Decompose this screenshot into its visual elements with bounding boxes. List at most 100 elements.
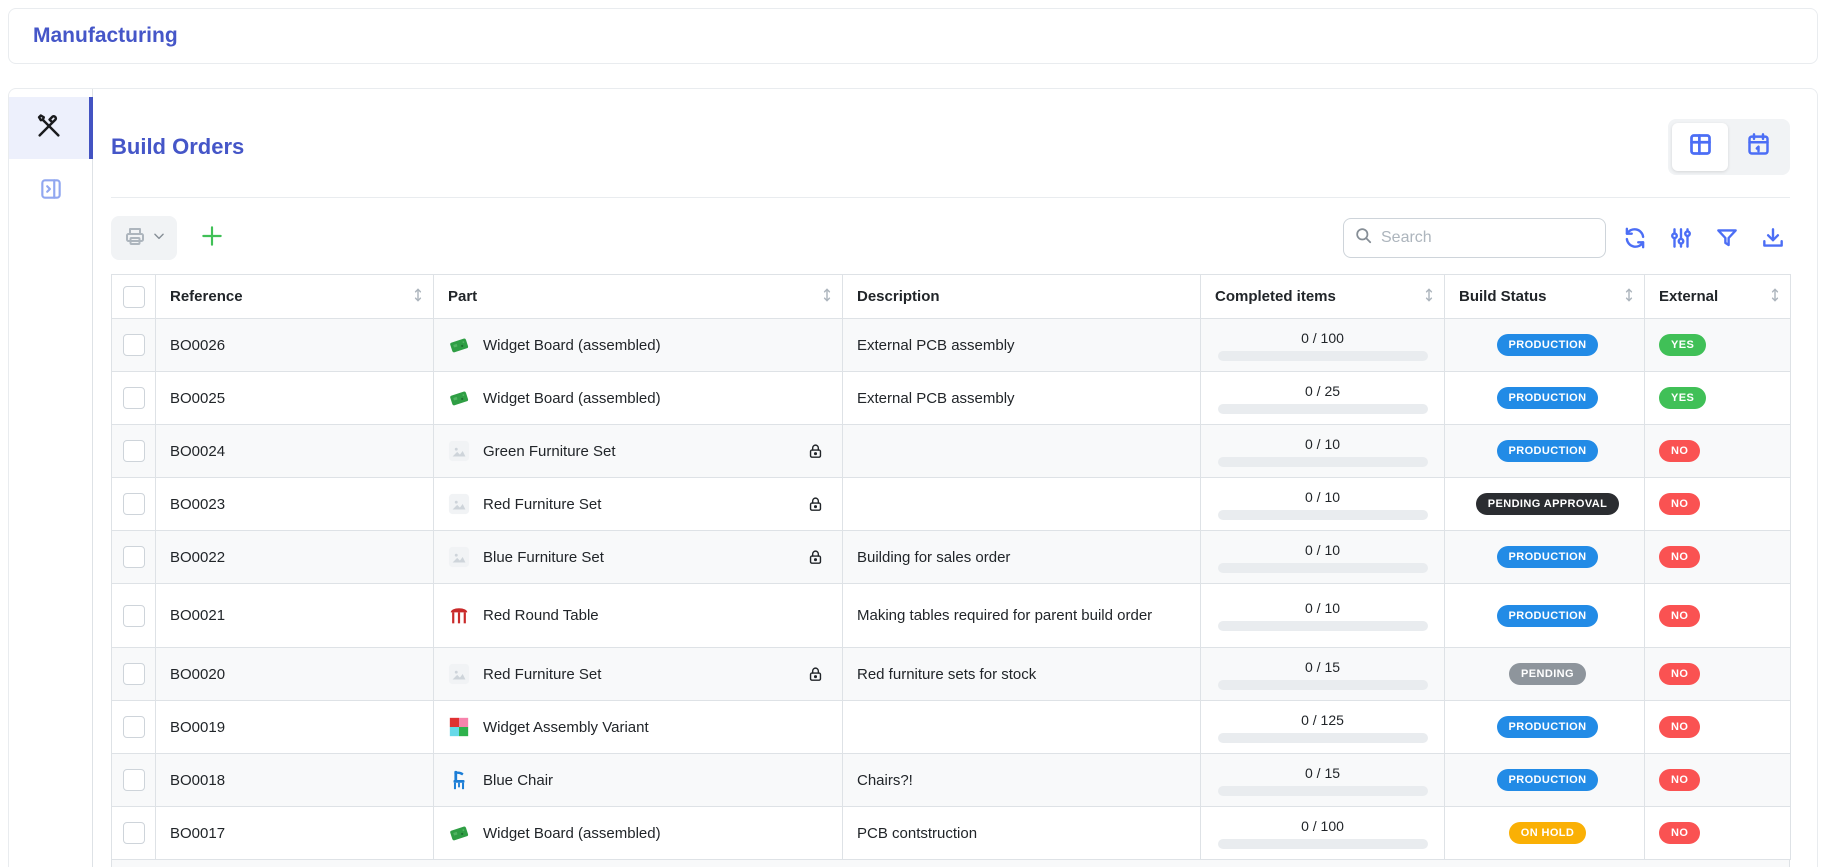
status-badge: PRODUCTION bbox=[1497, 546, 1599, 568]
description-text: Chairs?! bbox=[857, 772, 913, 789]
lock-icon bbox=[807, 443, 824, 460]
calendar-view-icon bbox=[1745, 131, 1772, 163]
row-checkbox[interactable] bbox=[123, 605, 145, 627]
calendar-view-button[interactable] bbox=[1730, 123, 1786, 171]
placeholder-thumbnail bbox=[448, 663, 470, 685]
reference-link[interactable]: BO0023 bbox=[170, 496, 225, 513]
print-actions-button[interactable] bbox=[111, 216, 177, 260]
table-row[interactable]: BO0021 Red Round Table Making tables req… bbox=[112, 584, 1791, 648]
reference-link[interactable]: BO0018 bbox=[170, 772, 225, 789]
completed-value: 0 / 25 bbox=[1217, 383, 1428, 399]
column-header-external[interactable]: External bbox=[1645, 275, 1791, 319]
sort-icon bbox=[1622, 287, 1636, 307]
next-row-partial bbox=[111, 860, 1790, 867]
expand-panel-button[interactable] bbox=[9, 165, 92, 217]
part-name: Widget Board (assembled) bbox=[483, 390, 661, 407]
description-text: PCB contstruction bbox=[857, 825, 977, 842]
column-header-description[interactable]: Description bbox=[843, 275, 1201, 319]
reference-link[interactable]: BO0026 bbox=[170, 337, 225, 354]
reference-link[interactable]: BO0025 bbox=[170, 390, 225, 407]
external-badge: NO bbox=[1659, 822, 1700, 844]
table-view-icon bbox=[1687, 131, 1714, 163]
external-badge: NO bbox=[1659, 546, 1700, 568]
reference-link[interactable]: BO0021 bbox=[170, 607, 225, 624]
table-row[interactable]: BO0022 Blue Furniture Set Building for s… bbox=[112, 531, 1791, 584]
row-checkbox[interactable] bbox=[123, 716, 145, 738]
description-text: External PCB assembly bbox=[857, 390, 1015, 407]
status-badge: PRODUCTION bbox=[1497, 387, 1599, 409]
panel-title: Build Orders bbox=[111, 134, 244, 160]
reference-link[interactable]: BO0022 bbox=[170, 549, 225, 566]
lock-icon bbox=[807, 549, 824, 566]
reference-link[interactable]: BO0020 bbox=[170, 666, 225, 683]
table-row[interactable]: BO0018 Blue Chair Chairs?! 0 / 15 PRODUC… bbox=[112, 754, 1791, 807]
lock-icon bbox=[807, 666, 824, 683]
table-toolbar bbox=[111, 216, 1790, 260]
column-header-part[interactable]: Part bbox=[434, 275, 843, 319]
tools-icon bbox=[35, 112, 63, 145]
row-checkbox[interactable] bbox=[123, 334, 145, 356]
row-checkbox[interactable] bbox=[123, 822, 145, 844]
table-row[interactable]: BO0019 Widget Assembly Variant 0 / 125 P… bbox=[112, 701, 1791, 754]
completed-value: 0 / 15 bbox=[1217, 765, 1428, 781]
external-badge: YES bbox=[1659, 387, 1706, 409]
progress-bar bbox=[1218, 457, 1428, 467]
column-header-completed[interactable]: Completed items bbox=[1201, 275, 1445, 319]
sidebar-item-build-orders[interactable] bbox=[9, 97, 93, 159]
app-header: Manufacturing bbox=[8, 8, 1818, 64]
view-toggle bbox=[1668, 119, 1790, 175]
row-checkbox[interactable] bbox=[123, 440, 145, 462]
add-build-order-button[interactable] bbox=[199, 223, 225, 254]
progress-bar bbox=[1218, 563, 1428, 573]
completed-value: 0 / 10 bbox=[1217, 436, 1428, 452]
panel-main: Build Orders bbox=[93, 89, 1790, 867]
status-badge: PRODUCTION bbox=[1497, 769, 1599, 791]
completed-value: 0 / 100 bbox=[1217, 818, 1428, 834]
reference-link[interactable]: BO0019 bbox=[170, 719, 225, 736]
select-all-checkbox[interactable] bbox=[123, 286, 145, 308]
filter-button[interactable] bbox=[1710, 221, 1744, 255]
row-checkbox[interactable] bbox=[123, 387, 145, 409]
placeholder-thumbnail bbox=[448, 546, 470, 568]
row-checkbox[interactable] bbox=[123, 493, 145, 515]
pcb-thumbnail bbox=[448, 387, 470, 409]
sort-icon bbox=[1422, 287, 1436, 307]
table-row[interactable]: BO0024 Green Furniture Set 0 / 10 PRODUC… bbox=[112, 425, 1791, 478]
progress-bar bbox=[1218, 733, 1428, 743]
column-header-reference[interactable]: Reference bbox=[156, 275, 434, 319]
red-table-thumbnail bbox=[448, 605, 470, 627]
status-badge: PRODUCTION bbox=[1497, 334, 1599, 356]
part-name: Blue Chair bbox=[483, 772, 553, 789]
lock-icon bbox=[807, 496, 824, 513]
table-row[interactable]: BO0020 Red Furniture Set Red furniture s… bbox=[112, 648, 1791, 701]
completed-value: 0 / 10 bbox=[1217, 489, 1428, 505]
sort-icon bbox=[820, 287, 834, 307]
table-row[interactable]: BO0026 Widget Board (assembled) External… bbox=[112, 319, 1791, 372]
completed-value: 0 / 15 bbox=[1217, 659, 1428, 675]
completed-value: 0 / 125 bbox=[1217, 712, 1428, 728]
reference-link[interactable]: BO0017 bbox=[170, 825, 225, 842]
part-name: Widget Board (assembled) bbox=[483, 825, 661, 842]
table-row[interactable]: BO0025 Widget Board (assembled) External… bbox=[112, 372, 1791, 425]
part-name: Widget Assembly Variant bbox=[483, 719, 649, 736]
progress-bar bbox=[1218, 351, 1428, 361]
chevron-down-icon bbox=[152, 229, 166, 248]
row-checkbox[interactable] bbox=[123, 546, 145, 568]
status-badge: PRODUCTION bbox=[1497, 440, 1599, 462]
column-header-build-status[interactable]: Build Status bbox=[1445, 275, 1645, 319]
pcb-thumbnail bbox=[448, 334, 470, 356]
reference-link[interactable]: BO0024 bbox=[170, 443, 225, 460]
panel-right-icon bbox=[38, 176, 64, 207]
external-badge: NO bbox=[1659, 769, 1700, 791]
table-row[interactable]: BO0023 Red Furniture Set 0 / 10 PENDING … bbox=[112, 478, 1791, 531]
part-name: Blue Furniture Set bbox=[483, 549, 604, 566]
table-view-button[interactable] bbox=[1672, 123, 1728, 171]
table-row[interactable]: BO0017 Widget Board (assembled) PCB cont… bbox=[112, 807, 1791, 860]
status-badge: PRODUCTION bbox=[1497, 605, 1599, 627]
search-input[interactable] bbox=[1381, 229, 1581, 247]
refresh-button[interactable] bbox=[1618, 221, 1652, 255]
adjustments-button[interactable] bbox=[1664, 221, 1698, 255]
row-checkbox[interactable] bbox=[123, 663, 145, 685]
row-checkbox[interactable] bbox=[123, 769, 145, 791]
download-button[interactable] bbox=[1756, 221, 1790, 255]
